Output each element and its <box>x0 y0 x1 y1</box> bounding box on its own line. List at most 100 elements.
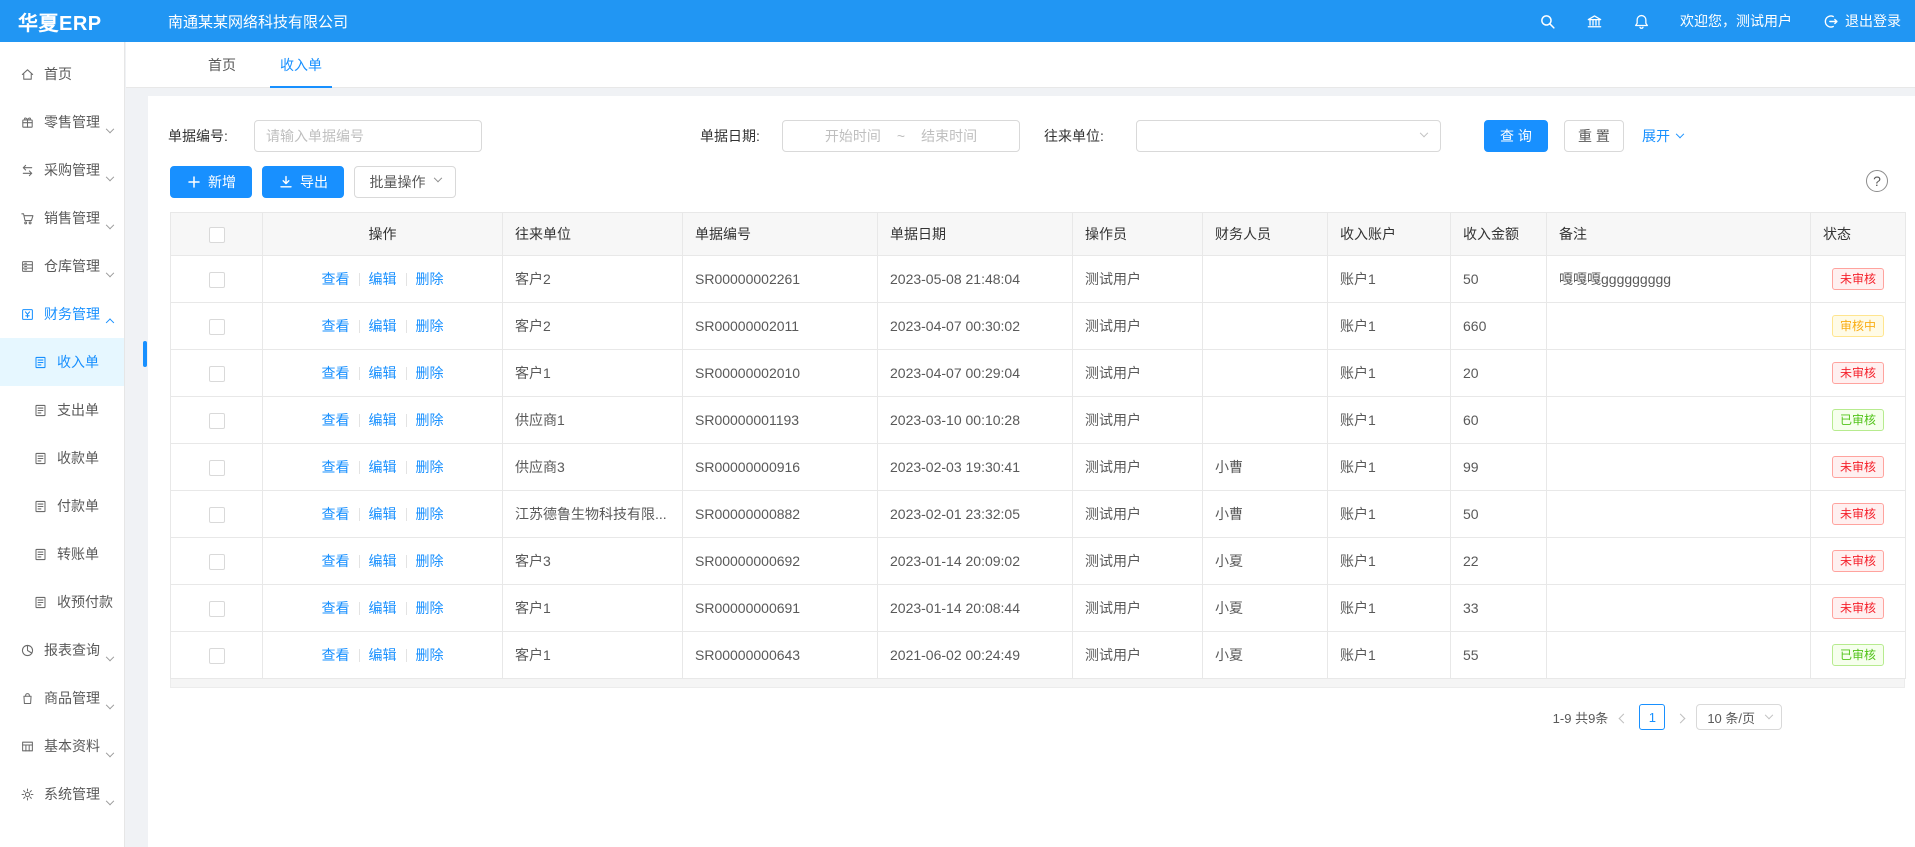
sidebar-item-income-bill[interactable]: 收入单 <box>0 338 124 386</box>
export-button[interactable]: 导出 <box>262 166 344 198</box>
bill-no-input[interactable] <box>254 120 482 152</box>
sidebar-item-sales[interactable]: 销售管理 <box>0 194 124 242</box>
sidebar-item-expense-bill[interactable]: 支出单 <box>0 386 124 434</box>
help-icon[interactable]: ? <box>1866 170 1888 192</box>
sidebar-item-purchase[interactable]: 采购管理 <box>0 146 124 194</box>
delete-link[interactable]: 删除 <box>416 271 444 287</box>
row-actions-cell: 查看 编辑 删除 <box>263 397 503 444</box>
current-page-button[interactable]: 1 <box>1639 704 1665 730</box>
operator-cell: 测试用户 <box>1073 350 1203 397</box>
chevron-down-icon <box>107 698 113 714</box>
remark-cell <box>1547 444 1811 491</box>
bell-icon[interactable] <box>1633 13 1650 30</box>
finance-staff-cell: 小夏 <box>1203 632 1328 679</box>
delete-link[interactable]: 删除 <box>416 553 444 569</box>
delete-link[interactable]: 删除 <box>416 647 444 663</box>
table-horizontal-scrollbar[interactable] <box>170 679 1905 688</box>
search-button[interactable]: 查 询 <box>1484 120 1548 152</box>
row-checkbox[interactable] <box>209 507 225 523</box>
view-link[interactable]: 查看 <box>322 271 350 287</box>
add-button[interactable]: 新增 <box>170 166 252 198</box>
delete-link[interactable]: 删除 <box>416 365 444 381</box>
row-actions-cell: 查看 编辑 删除 <box>263 444 503 491</box>
logout-button[interactable]: 退出登录 <box>1822 11 1901 31</box>
sidebar-item-basic[interactable]: 基本资料 <box>0 722 124 770</box>
edit-link[interactable]: 编辑 <box>369 365 397 381</box>
delete-link[interactable]: 删除 <box>416 459 444 475</box>
header-checkbox[interactable] <box>209 227 225 243</box>
column-header: 操作 <box>263 213 503 256</box>
sidebar-item-payment-bill[interactable]: 付款单 <box>0 482 124 530</box>
bill-no-cell: SR00000000643 <box>683 632 878 679</box>
sidebar-item-transfer-bill[interactable]: 转账单 <box>0 530 124 578</box>
status-cell: 未审核 <box>1811 350 1906 397</box>
view-link[interactable]: 查看 <box>322 647 350 663</box>
status-cell: 审核中 <box>1811 303 1906 350</box>
edit-link[interactable]: 编辑 <box>369 318 397 334</box>
delete-link[interactable]: 删除 <box>416 506 444 522</box>
sidebar-item-finance[interactable]: 财务管理 <box>0 290 124 338</box>
edit-link[interactable]: 编辑 <box>369 647 397 663</box>
row-checkbox[interactable] <box>209 413 225 429</box>
bank-icon[interactable] <box>1586 13 1603 30</box>
view-link[interactable]: 查看 <box>322 600 350 616</box>
row-checkbox[interactable] <box>209 554 225 570</box>
sidebar-item-system[interactable]: 系统管理 <box>0 770 124 818</box>
row-actions-cell: 查看 编辑 删除 <box>263 256 503 303</box>
sidebar-item-warehouse[interactable]: 仓库管理 <box>0 242 124 290</box>
delete-link[interactable]: 删除 <box>416 600 444 616</box>
expand-toggle[interactable]: 展开 <box>1642 126 1683 146</box>
sidebar-item-retail[interactable]: 零售管理 <box>0 98 124 146</box>
tab-home[interactable]: 首页 <box>208 42 236 87</box>
home-icon <box>20 67 35 82</box>
row-checkbox[interactable] <box>209 366 225 382</box>
row-checkbox[interactable] <box>209 319 225 335</box>
menu-scrollbar-thumb[interactable] <box>143 341 147 367</box>
header-checkbox-cell <box>171 213 263 256</box>
sidebar-item-goods[interactable]: 商品管理 <box>0 674 124 722</box>
company-name: 南通某某网络科技有限公司 <box>168 11 348 32</box>
view-link[interactable]: 查看 <box>322 459 350 475</box>
view-link[interactable]: 查看 <box>322 318 350 334</box>
date-range-separator: ~ <box>897 128 905 144</box>
finance-staff-cell: 小夏 <box>1203 538 1328 585</box>
reset-button[interactable]: 重 置 <box>1564 120 1624 152</box>
edit-link[interactable]: 编辑 <box>369 600 397 616</box>
date-range-picker[interactable]: 开始时间 ~ 结束时间 <box>782 120 1020 152</box>
batch-actions-label: 批量操作 <box>370 172 426 192</box>
delete-link[interactable]: 删除 <box>416 318 444 334</box>
edit-link[interactable]: 编辑 <box>369 271 397 287</box>
page-size-select[interactable]: 10 条/页 <box>1696 704 1782 730</box>
chevron-down-icon <box>1765 711 1773 719</box>
chevron-down-icon <box>107 170 113 186</box>
sidebar-item-label: 基本资料 <box>44 736 100 756</box>
edit-link[interactable]: 编辑 <box>369 553 397 569</box>
income-amount-cell: 660 <box>1451 303 1547 350</box>
view-link[interactable]: 查看 <box>322 365 350 381</box>
batch-actions-button[interactable]: 批量操作 <box>354 166 456 198</box>
prev-page-button[interactable] <box>1618 710 1629 725</box>
row-actions-cell: 查看 编辑 删除 <box>263 350 503 397</box>
row-checkbox[interactable] <box>209 460 225 476</box>
sidebar-item-receipt-bill[interactable]: 收款单 <box>0 434 124 482</box>
sidebar-item-prepaid[interactable]: 收预付款 <box>0 578 124 626</box>
edit-link[interactable]: 编辑 <box>369 412 397 428</box>
row-checkbox[interactable] <box>209 272 225 288</box>
sidebar-item-report[interactable]: 报表查询 <box>0 626 124 674</box>
edit-link[interactable]: 编辑 <box>369 506 397 522</box>
next-page-button[interactable] <box>1675 710 1686 725</box>
finance-staff-cell: 小曹 <box>1203 491 1328 538</box>
view-link[interactable]: 查看 <box>322 553 350 569</box>
sidebar: 首页零售管理采购管理销售管理仓库管理财务管理收入单支出单收款单付款单转账单收预付… <box>0 42 125 847</box>
row-checkbox[interactable] <box>209 601 225 617</box>
edit-link[interactable]: 编辑 <box>369 459 397 475</box>
status-cell: 未审核 <box>1811 491 1906 538</box>
row-checkbox[interactable] <box>209 648 225 664</box>
view-link[interactable]: 查看 <box>322 412 350 428</box>
view-link[interactable]: 查看 <box>322 506 350 522</box>
search-icon[interactable] <box>1539 13 1556 30</box>
tab-income[interactable]: 收入单 <box>280 42 322 87</box>
unit-select[interactable] <box>1136 120 1441 152</box>
delete-link[interactable]: 删除 <box>416 412 444 428</box>
sidebar-item-home[interactable]: 首页 <box>0 50 124 98</box>
